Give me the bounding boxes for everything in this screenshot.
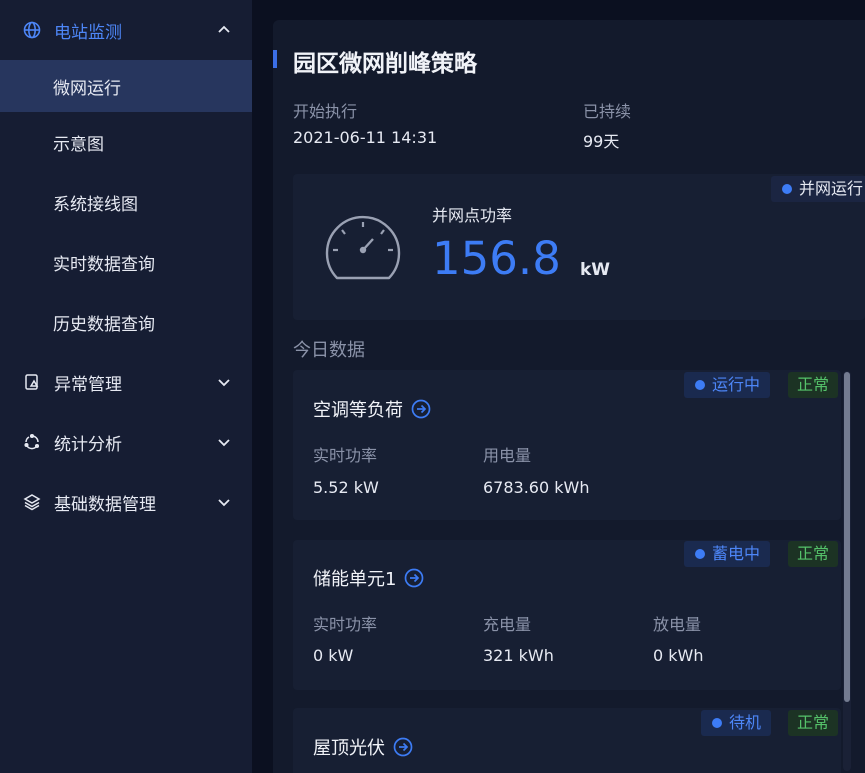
duration-value: 99天: [583, 132, 620, 151]
device-title[interactable]: 屋顶光伏: [313, 734, 413, 760]
scrollbar-thumb[interactable]: [844, 372, 850, 702]
duration-label: 已持续: [583, 102, 632, 121]
device-title[interactable]: 储能单元1: [313, 565, 424, 591]
strategy-panel: 园区微网削峰策略 开始执行 2021-06-11 14:31 已持续 99天 并…: [273, 20, 865, 773]
sidebar-item-label: 历史数据查询: [53, 314, 155, 335]
globe-icon: [22, 20, 42, 40]
field-value: 5.52 kW: [313, 478, 379, 497]
field-label: 放电量: [653, 615, 702, 634]
arrow-right-circle-icon[interactable]: [404, 568, 424, 588]
sidebar-item-label: 系统接线图: [53, 194, 138, 215]
field-value: 321 kWh: [483, 646, 554, 665]
menu-group-station-monitor[interactable]: 电站监测: [0, 0, 252, 60]
arrow-right-circle-icon[interactable]: [411, 399, 431, 419]
page-title: 园区微网削峰策略: [293, 51, 477, 77]
today-data-label: 今日数据: [293, 340, 365, 361]
device-status-badge: 运行中: [684, 372, 771, 398]
device-health-tag: 正常: [788, 541, 839, 567]
device-health-tag: 正常: [788, 710, 839, 736]
sidebar-item-realtime-query[interactable]: 实时数据查询: [0, 232, 252, 292]
chevron-down-icon[interactable]: [216, 434, 232, 450]
menu-group-label: 异常管理: [54, 374, 122, 395]
menu-group-statistics[interactable]: 统计分析: [0, 412, 252, 472]
sidebar-item-wiring-diagram[interactable]: 系统接线图: [0, 172, 252, 232]
alert-doc-icon: [22, 372, 42, 392]
chevron-down-icon[interactable]: [216, 374, 232, 390]
title-accent-bar: [273, 50, 277, 68]
field-value: 6783.60 kWh: [483, 478, 590, 497]
field-label: 充电量: [483, 615, 532, 634]
start-label: 开始执行: [293, 102, 358, 121]
sidebar-item-label: 微网运行: [53, 78, 121, 99]
sidebar-item-history-query[interactable]: 历史数据查询: [0, 292, 252, 352]
grid-power-unit: kW: [580, 260, 611, 280]
chevron-down-icon[interactable]: [216, 494, 232, 510]
device-health-tag: 正常: [788, 372, 839, 398]
speedometer-icon: [325, 215, 401, 280]
field-label: 实时功率: [313, 446, 378, 465]
device-card-rooftop-pv: 待机 正常 屋顶光伏: [293, 708, 841, 773]
device-status-badge: 蓄电中: [684, 541, 771, 567]
sidebar-item-schematic[interactable]: 示意图: [0, 112, 252, 172]
cycle-icon: [22, 432, 42, 452]
device-card-storage-unit: 蓄电中 正常 储能单元1 实时功率 0 kW 充电量 321 kWh 放电量 0…: [293, 540, 841, 690]
device-name: 储能单元1: [313, 569, 397, 590]
field-label: 实时功率: [313, 615, 378, 634]
chevron-up-icon[interactable]: [216, 22, 232, 38]
menu-group-label: 统计分析: [54, 434, 122, 455]
grid-power-value: 156.8: [432, 232, 561, 285]
sidebar-item-label: 实时数据查询: [53, 254, 155, 275]
layers-icon: [22, 492, 42, 512]
grid-power-label: 并网点功率: [432, 206, 513, 225]
field-value: 0 kWh: [653, 646, 704, 665]
menu-group-base-data[interactable]: 基础数据管理: [0, 472, 252, 532]
field-value: 0 kW: [313, 646, 354, 665]
field-label: 用电量: [483, 446, 532, 465]
sidebar: 电站监测 微网运行 示意图 系统接线图 实时数据查询 历史数据查询 异常管理 统…: [0, 0, 252, 773]
device-title[interactable]: 空调等负荷: [313, 396, 431, 422]
menu-group-label: 基础数据管理: [54, 494, 156, 515]
menu-group-exception[interactable]: 异常管理: [0, 352, 252, 412]
grid-status-badge: 并网运行: [770, 176, 865, 202]
grid-power-card: 并网运行 并网点功率 156.8 kW: [293, 174, 865, 320]
device-name: 屋顶光伏: [313, 738, 385, 759]
start-value: 2021-06-11 14:31: [293, 128, 438, 147]
sidebar-item-microgrid[interactable]: 微网运行: [0, 60, 252, 112]
device-name: 空调等负荷: [313, 400, 403, 421]
sidebar-item-label: 示意图: [53, 134, 104, 155]
menu-group-label: 电站监测: [54, 22, 122, 43]
arrow-right-circle-icon[interactable]: [393, 737, 413, 757]
device-card-ac-load: 运行中 正常 空调等负荷 实时功率 5.52 kW 用电量 6783.60 kW…: [293, 370, 841, 520]
device-status-badge: 待机: [701, 710, 772, 736]
